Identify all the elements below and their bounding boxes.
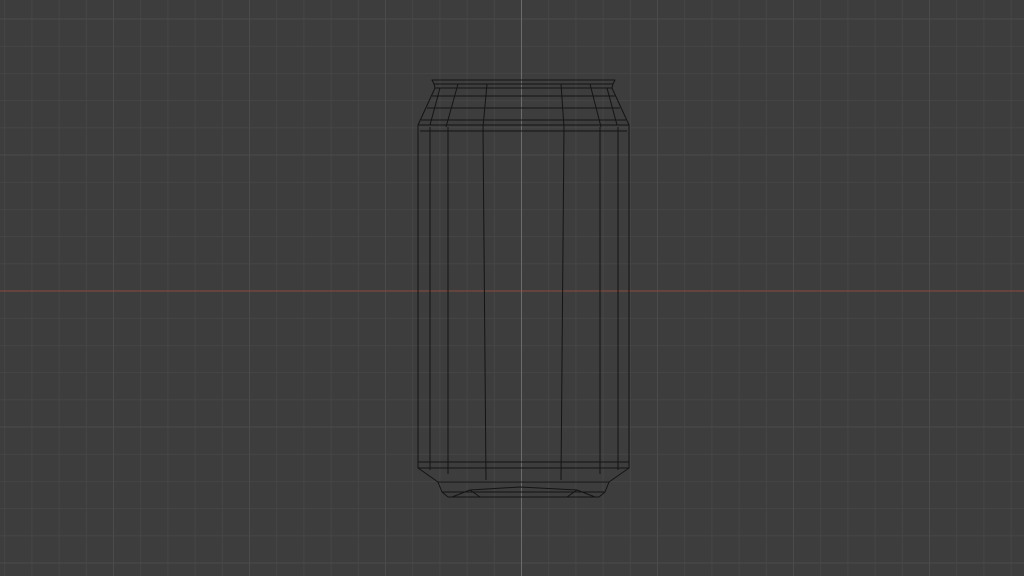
viewport-background	[0, 0, 1024, 576]
viewport-canvas[interactable]	[0, 0, 1024, 576]
3d-viewport[interactable]	[0, 0, 1024, 576]
